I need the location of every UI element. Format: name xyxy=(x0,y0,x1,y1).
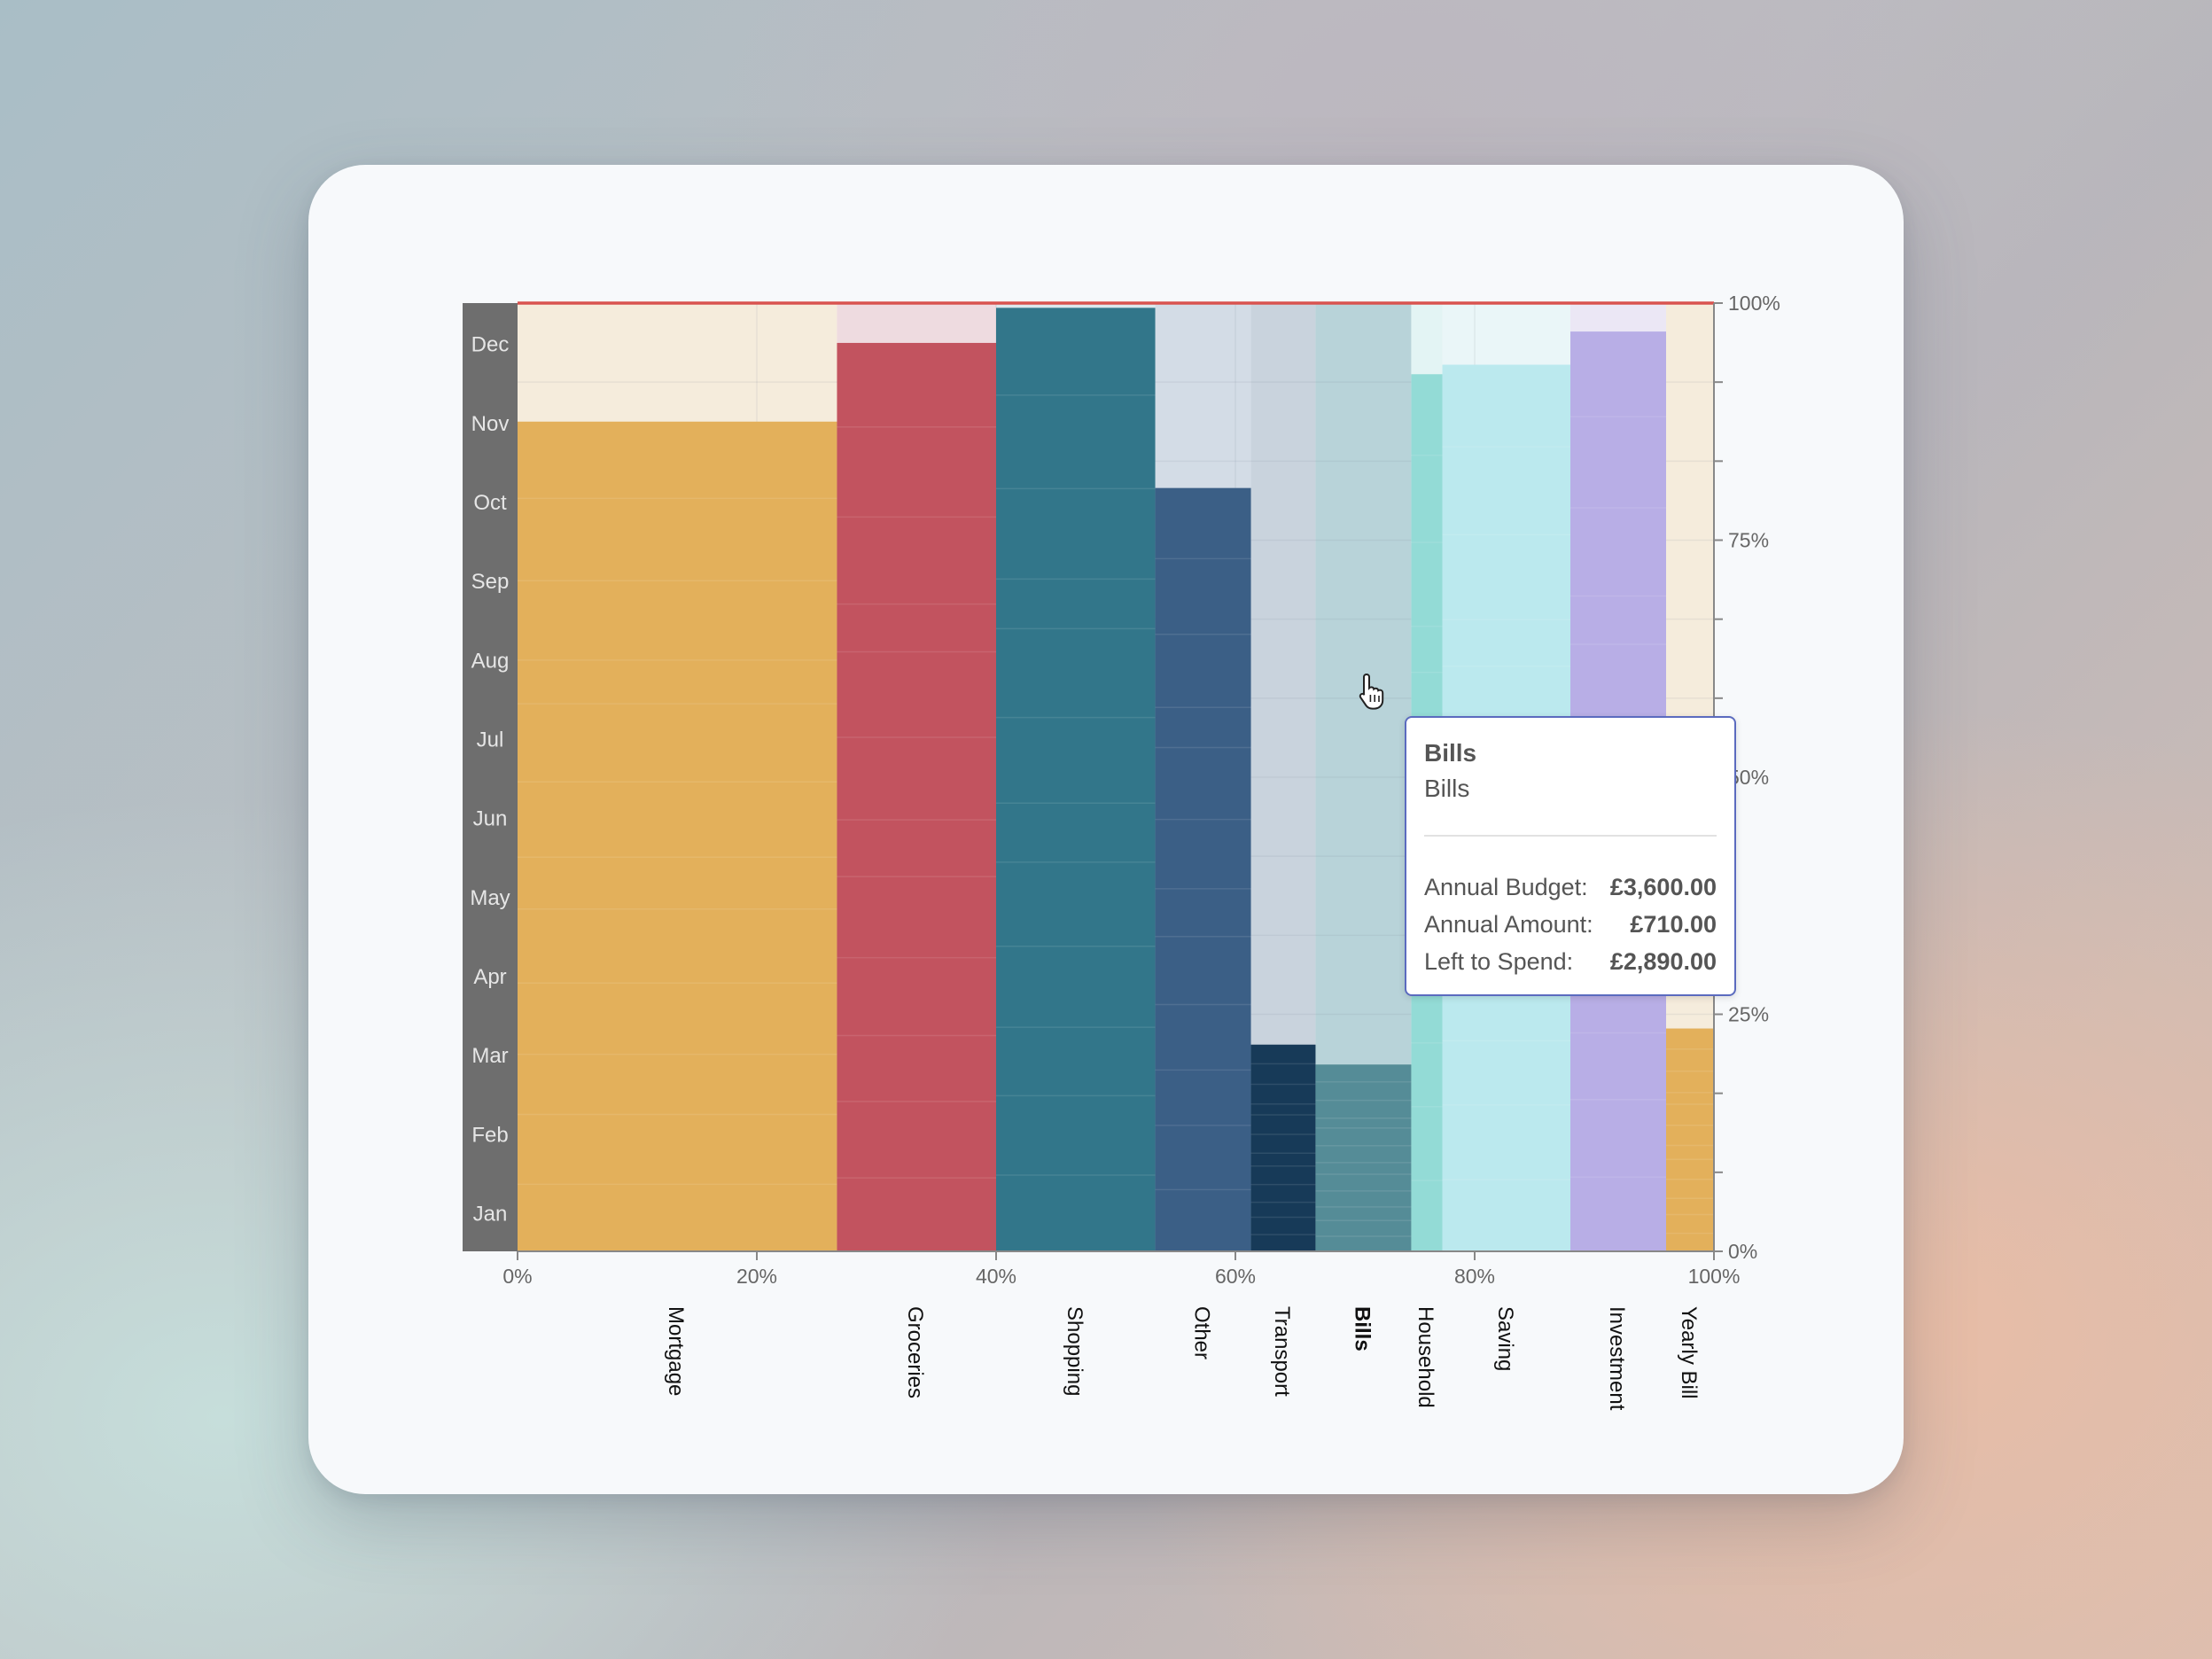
tooltip-row-value: £710.00 xyxy=(1630,911,1717,938)
category-label: Shopping xyxy=(1063,1306,1087,1396)
tooltip-row-label: Left to Spend: xyxy=(1424,948,1574,975)
month-label: Jan xyxy=(473,1202,508,1226)
chart-tooltip: Bills Bills Annual Budget: £3,600.00 Ann… xyxy=(1405,716,1736,996)
category-label: Mortgage xyxy=(664,1306,688,1396)
tooltip-row-value: £3,600.00 xyxy=(1609,874,1717,900)
tooltip-title: Bills xyxy=(1424,739,1477,767)
month-label: Jul xyxy=(477,728,504,752)
category-label: Groceries xyxy=(903,1306,927,1398)
category-label: Investment xyxy=(1605,1306,1629,1411)
month-label: May xyxy=(470,886,510,910)
category-label: Bills xyxy=(1350,1306,1374,1351)
month-strip xyxy=(463,303,518,1251)
bar-shopping xyxy=(996,308,1156,1252)
month-label: Sep xyxy=(471,570,510,594)
tooltip-row-label: Annual Amount: xyxy=(1424,911,1593,938)
bar-mortgage xyxy=(518,421,837,1251)
category-label: Other xyxy=(1190,1306,1214,1359)
month-label: Dec xyxy=(471,333,510,357)
x-tick-label: 80% xyxy=(1454,1265,1495,1288)
month-label: Aug xyxy=(471,649,510,673)
bar-transport xyxy=(1250,1044,1316,1251)
month-label: Feb xyxy=(471,1123,508,1147)
tooltip-row-annual-budget: Annual Budget: £3,600.00 xyxy=(1424,868,1717,906)
y-tick-label: 75% xyxy=(1728,529,1769,552)
bar-groceries xyxy=(837,342,996,1252)
bar-yearly-bill xyxy=(1666,1028,1714,1251)
x-tick-label: 0% xyxy=(502,1265,532,1288)
month-label: Nov xyxy=(471,412,510,436)
month-label: Apr xyxy=(473,965,506,989)
tooltip-row-left-to-spend: Left to Spend: £2,890.00 xyxy=(1424,943,1717,980)
bar-other xyxy=(1155,487,1251,1251)
x-tick-label: 60% xyxy=(1215,1265,1256,1288)
bar-bills xyxy=(1315,1064,1412,1251)
x-tick-label: 20% xyxy=(736,1265,777,1288)
category-label: Household xyxy=(1414,1306,1437,1408)
y-tick-label: 25% xyxy=(1728,1003,1769,1026)
month-label: Jun xyxy=(473,807,508,831)
month-axis: Jan Feb Mar Apr May Jun Jul Aug Sep Oct Nov Dec xyxy=(463,303,518,1251)
x-tick-label: 100% xyxy=(1688,1265,1741,1288)
category-label: Saving xyxy=(1493,1306,1517,1371)
tooltip-divider xyxy=(1424,835,1717,837)
category-label: Yearly Bill xyxy=(1677,1306,1701,1399)
tooltip-row-value: £2,890.00 xyxy=(1609,948,1717,975)
hand-pointer-icon xyxy=(1359,673,1384,710)
category-label: Transport xyxy=(1270,1306,1294,1397)
tooltip-row-annual-amount: Annual Amount: £710.00 xyxy=(1424,906,1717,943)
y-tick-label: 100% xyxy=(1728,292,1780,315)
month-label: Mar xyxy=(471,1044,508,1068)
y-tick-label: 0% xyxy=(1728,1240,1757,1263)
category-label-layer: Mortgage Groceries Shopping Other Transport B… xyxy=(664,1306,1701,1411)
tooltip-row-label: Annual Budget: xyxy=(1424,874,1588,900)
tooltip-subtitle: Bills xyxy=(1424,775,1470,802)
month-label: Oct xyxy=(473,491,507,515)
x-tick-label: 40% xyxy=(976,1265,1016,1288)
